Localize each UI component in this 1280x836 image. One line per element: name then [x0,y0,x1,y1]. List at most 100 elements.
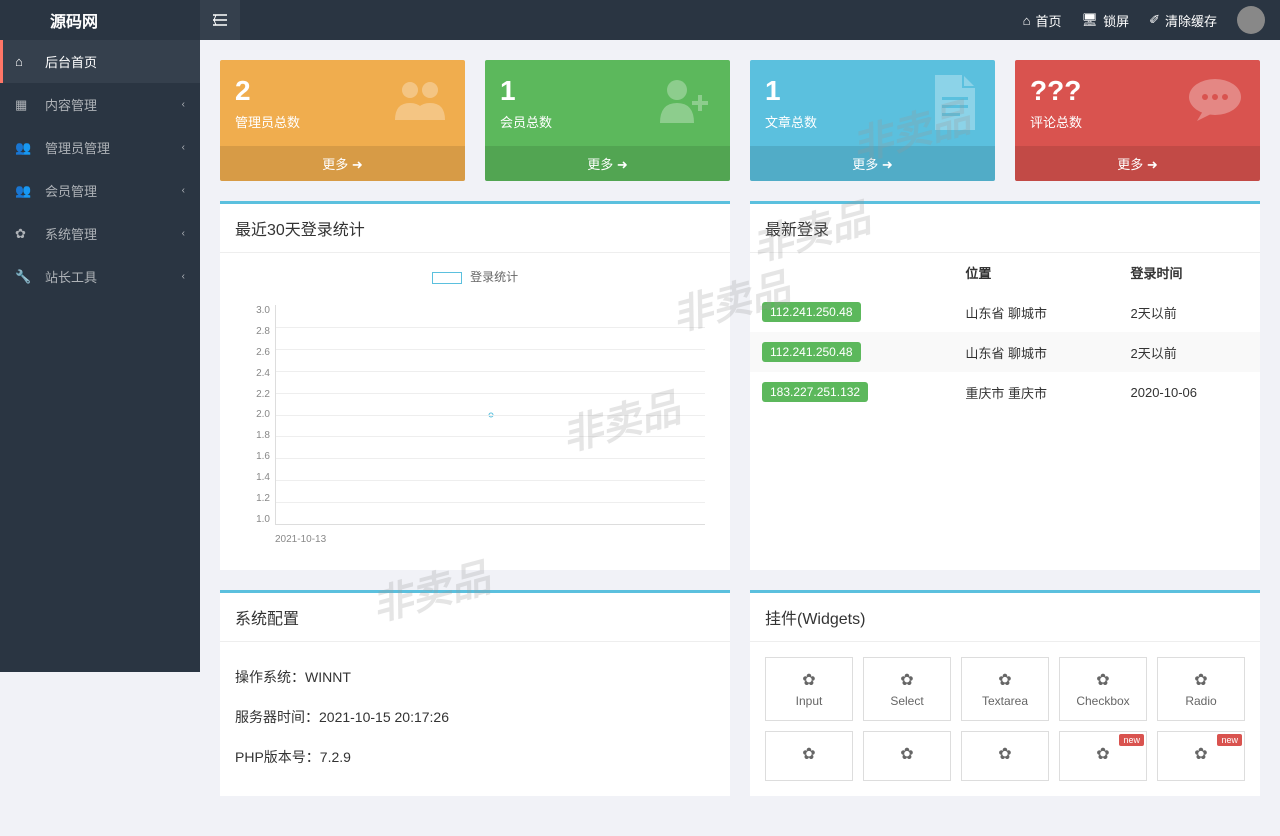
y-tick: 1.4 [235,472,270,483]
gear-icon: ✿ [1166,744,1236,764]
sidebar-item-内容管理[interactable]: ▦内容管理‹ [0,83,200,126]
eraser-icon: ✐ [1149,12,1160,28]
widget-button[interactable]: ✿ [961,731,1049,781]
y-tick: 2.6 [235,347,270,358]
y-tick: 3.0 [235,305,270,316]
stat-card-文章总数: 1文章总数更多 ➜ [750,60,995,181]
widget-button-radio[interactable]: ✿Radio [1157,657,1245,721]
cell-location: 重庆市 重庆市 [953,372,1118,412]
gear-icon: ✿ [872,670,942,690]
y-tick: 1.6 [235,451,270,462]
nav-home-label: 首页 [1036,11,1062,30]
avatar[interactable] [1237,6,1265,34]
nav-lock[interactable]: 🖥 锁屏 [1082,11,1130,30]
stat-card-会员总数: 1会员总数更多 ➜ [485,60,730,181]
chevron-left-icon: ‹ [182,271,185,282]
widget-label: Radio [1166,694,1236,708]
table-row: 112.241.250.48山东省 聊城市2天以前 [750,332,1260,372]
home-icon: ⌂ [1023,13,1031,28]
login-chart-panel: 最近30天登录统计 登录统计 3.02.82.62.42.22.01.81.61… [220,201,730,570]
menu-icon [213,13,227,27]
top-header: 源码网 ⌂ 首页 🖥 锁屏 ✐ 清除缓存 [0,0,1280,40]
col-ip [750,253,953,292]
sidebar-item-会员管理[interactable]: 👥 会员管理 ‹ [0,169,200,212]
nav-lock-label: 锁屏 [1103,11,1129,30]
y-tick: 2.2 [235,389,270,400]
chevron-left-icon: ‹ [182,185,185,196]
gear-icon: ✿ [970,670,1040,690]
stat-more-link[interactable]: 更多 ➜ [485,146,730,181]
wrench-icon: 🔧 [15,269,35,285]
config-row: PHP版本号：7.2.9 [235,737,715,777]
users-icon: 👥 [15,183,35,199]
widget-label: Checkbox [1068,694,1138,708]
chart-y-axis: 3.02.82.62.42.22.01.81.61.41.21.0 [235,305,270,525]
stat-more-link[interactable]: 更多 ➜ [220,146,465,181]
y-tick: 1.0 [235,514,270,525]
stat-more-link[interactable]: 更多 ➜ [750,146,995,181]
table-row: 183.227.251.132重庆市 重庆市2020-10-06 [750,372,1260,412]
widget-grid: ✿Input✿Select✿Textarea✿Checkbox✿Radio [765,657,1245,721]
monitor-icon: 🖥 [1082,12,1099,28]
config-label: 服务器时间： [235,709,319,725]
col-location: 位置 [953,253,1118,292]
config-label: PHP版本号： [235,749,320,765]
widget-label: Input [774,694,844,708]
sidebar-item-label: 内容管理 [45,95,97,114]
arrow-right-circle-icon: ➜ [352,157,363,172]
stat-card-评论总数: ???评论总数更多 ➜ [1015,60,1260,181]
widget-button-input[interactable]: ✿ Input [765,657,853,721]
gear-icon: ✿ [774,670,844,690]
gear-icon: ✿ [15,226,35,242]
login-table: 位置 登录时间 112.241.250.48山东省 聊城市2天以前112.241… [750,253,1260,412]
widget-button-select[interactable]: ✿Select [863,657,951,721]
ip-badge: 112.241.250.48 [762,342,861,362]
config-value: WINNT [305,669,351,685]
nav-home[interactable]: ⌂ 首页 [1023,11,1062,30]
cell-time: 2天以前 [1119,292,1261,332]
panel-title: 最近30天登录统计 [220,204,730,253]
widget-button-checkbox[interactable]: ✿Checkbox [1059,657,1147,721]
sidebar-toggle-button[interactable] [200,0,240,40]
sidebar-item-后台首页[interactable]: ⌂后台首页 [0,40,200,83]
widget-button[interactable]: ✿ [765,731,853,781]
table-header-row: 位置 登录时间 [750,253,1260,292]
ip-badge: 112.241.250.48 [762,302,861,322]
gear-icon: ✿ [1068,744,1138,764]
panel-title: 挂件(Widgets) [750,593,1260,642]
sidebar-item-系统管理[interactable]: ✿系统管理‹ [0,212,200,255]
y-tick: 1.2 [235,493,270,504]
sidebar-item-label: 会员管理 [45,181,97,200]
home-icon: ⌂ [15,54,35,69]
grid-icon: ▦ [15,97,35,113]
gear-icon: ✿ [872,744,942,764]
panel-title: 系统配置 [220,593,730,642]
chart-area: 3.02.82.62.42.22.01.81.61.41.21.0 2021-1… [235,295,715,555]
system-config-panel: 系统配置 操作系统：WINNT服务器时间：2021-10-15 20:17:26… [220,590,730,796]
sidebar-item-label: 站长工具 [45,267,97,286]
nav-clear-cache[interactable]: ✐ 清除缓存 [1149,11,1217,30]
arrow-right-circle-icon: ➜ [1147,157,1158,172]
users-icon: 👥 [15,140,35,156]
cell-time: 2020-10-06 [1119,372,1261,412]
gear-icon: ✿ [970,744,1040,764]
nav-clear-cache-label: 清除缓存 [1165,11,1217,30]
cell-location: 山东省 聊城市 [953,292,1118,332]
y-tick: 2.0 [235,409,270,420]
recent-login-panel: 最新登录 位置 登录时间 112.241.250.48山东省 聊城市2天以前11… [750,201,1260,570]
sidebar-item-站长工具[interactable]: 🔧 站长工具 ‹ [0,255,200,298]
y-tick: 1.8 [235,430,270,441]
chevron-left-icon: ‹ [182,228,185,239]
widget-button[interactable]: ✿new [1157,731,1245,781]
col-time: 登录时间 [1119,253,1261,292]
stat-more-link[interactable]: 更多 ➜ [1015,146,1260,181]
widget-label: Textarea [970,694,1040,708]
user-plus-icon [655,75,715,125]
widgets-panel: 挂件(Widgets) ✿Input✿Select✿Textarea✿Check… [750,590,1260,796]
widget-button-textarea[interactable]: ✿ Textarea [961,657,1049,721]
config-label: 操作系统： [235,669,305,685]
y-tick: 2.4 [235,368,270,379]
sidebar-item-管理员管理[interactable]: 👥管理员管理‹ [0,126,200,169]
widget-button[interactable]: ✿new [1059,731,1147,781]
widget-button[interactable]: ✿ [863,731,951,781]
